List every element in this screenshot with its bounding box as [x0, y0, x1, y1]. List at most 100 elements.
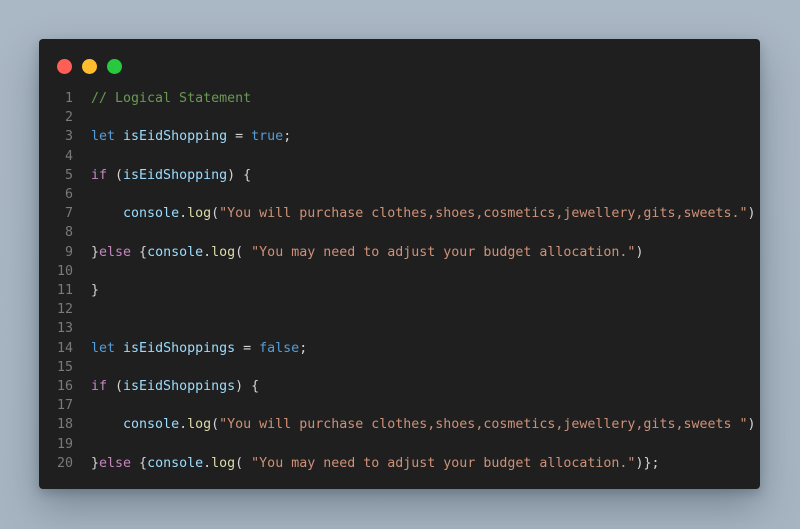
code-token-plain: ;	[299, 340, 308, 356]
code-line: 12	[39, 300, 760, 319]
code-line: 3 let isEidShopping = true;	[39, 127, 760, 146]
code-token-var: isEidShoppings	[123, 340, 236, 356]
code-token-plain: }	[91, 244, 100, 260]
code-line: 19	[39, 435, 760, 454]
code-token-fn: log	[187, 206, 212, 222]
line-number: 9	[64, 244, 73, 260]
code-token-str: "You may need to adjust your budget allo…	[251, 455, 636, 471]
code-token-plain: (	[211, 417, 220, 433]
code-token-var: isEidShopping	[123, 129, 228, 145]
code-token-comment: // Logical Statement	[91, 91, 252, 106]
code-line: 7 console.log("You will purchase clothes…	[39, 204, 760, 223]
code-token-kw: let	[91, 129, 116, 145]
line-number: 14	[56, 340, 73, 356]
code-line: 4	[39, 147, 760, 166]
code-token-ctrl: if	[91, 379, 108, 394]
code-line: 15	[39, 358, 760, 377]
code-window: 1 // Logical Statement 2 3 let isEidShopping…	[39, 39, 760, 489]
code-token-plain: ;	[283, 129, 292, 145]
code-token-str: "You may need to adjust your budget allo…	[251, 244, 636, 260]
code-line: 2	[39, 108, 760, 127]
code-token-plain: (	[107, 379, 124, 394]
code-line: 1 // Logical Statement	[39, 89, 760, 108]
code-token-ctrl: if	[91, 167, 108, 183]
code-token-plain: (	[211, 206, 220, 222]
code-token-plain: }	[91, 283, 100, 298]
code-token-ctrl: else	[99, 244, 132, 260]
code-token-plain: )	[747, 206, 756, 222]
code-token-var: console	[123, 206, 180, 222]
code-token-plain: =	[227, 129, 252, 145]
code-text: if (isEidShopping) {	[91, 166, 251, 185]
close-dot-icon[interactable]	[57, 59, 72, 74]
code-token-fn: log	[211, 244, 236, 260]
code-line: 10	[39, 262, 760, 281]
code-token-kw: let	[91, 340, 116, 356]
maximize-dot-icon[interactable]	[107, 59, 122, 74]
code-line: 8	[39, 223, 760, 242]
code-token-plain: ) {	[235, 379, 260, 394]
code-token-var: console	[147, 244, 204, 260]
line-number: 4	[64, 148, 73, 164]
line-number: 16	[56, 379, 73, 394]
code-token-plain: )	[747, 417, 756, 433]
line-number: 15	[56, 359, 73, 375]
code-line: 11}	[39, 281, 760, 300]
code-line: 14 let isEidShoppings = false;	[39, 339, 760, 358]
line-number: 1	[64, 91, 73, 106]
code-line: 20 }else {console.log( "You may need to a…	[39, 454, 760, 473]
code-line: 16 if (isEidShoppings) {	[39, 377, 760, 396]
code-token-plain: =	[235, 340, 260, 356]
code-text: }	[91, 281, 99, 300]
line-number: 20	[56, 455, 73, 471]
code-text: if (isEidShoppings) {	[91, 377, 259, 396]
line-number: 10	[56, 263, 73, 279]
code-token-str: "You will purchase clothes,shoes,cosmeti…	[219, 417, 748, 433]
code-token-plain: .	[203, 455, 212, 471]
line-number: 7	[64, 206, 73, 222]
code-token-plain: .	[179, 206, 188, 222]
code-line: 6	[39, 185, 760, 204]
line-number: 17	[56, 398, 73, 414]
code-text: }else {console.log( "You may need to adj…	[91, 454, 659, 473]
code-token-fn: log	[211, 455, 236, 471]
line-number: 18	[56, 417, 73, 433]
code-token-plain: (	[235, 455, 252, 471]
code-token-plain: (	[235, 244, 252, 260]
line-number: 2	[64, 110, 73, 126]
code-line: 17	[39, 396, 760, 415]
code-text: let isEidShoppings = false;	[91, 339, 307, 358]
code-text: console.log("You will purchase clothes,s…	[91, 415, 756, 434]
code-token-str: "You will purchase clothes,shoes,cosmeti…	[219, 206, 748, 222]
code-token-var: isEidShopping	[123, 167, 228, 183]
minimize-dot-icon[interactable]	[82, 59, 97, 74]
code-token-plain: .	[203, 244, 212, 260]
code-token-plain: {	[131, 244, 148, 260]
code-token-fn: log	[187, 417, 212, 433]
code-token-ctrl: else	[99, 455, 132, 471]
code-token-plain: ) {	[227, 167, 252, 183]
code-token-var: console	[147, 455, 204, 471]
line-number: 3	[64, 129, 73, 145]
code-token-var: isEidShoppings	[123, 379, 236, 394]
code-token-kw: true	[251, 129, 284, 145]
line-number: 6	[64, 187, 73, 202]
line-number: 13	[56, 321, 73, 337]
line-number: 12	[56, 302, 73, 318]
code-text: // Logical Statement	[91, 89, 251, 108]
code-token-plain: .	[179, 417, 188, 433]
line-number: 5	[64, 167, 73, 183]
code-line: 18 console.log("You will purchase clothe…	[39, 415, 760, 434]
line-number: 8	[64, 225, 73, 241]
code-token-kw: false	[259, 340, 300, 356]
code-token-plain: {	[131, 455, 148, 471]
line-number: 19	[56, 436, 73, 452]
code-token-plain: (	[107, 167, 124, 183]
code-line: 13	[39, 319, 760, 338]
code-token-var: console	[123, 417, 180, 433]
code-text: console.log("You will purchase clothes,s…	[91, 204, 756, 223]
code-text: let isEidShopping = true;	[91, 127, 291, 146]
